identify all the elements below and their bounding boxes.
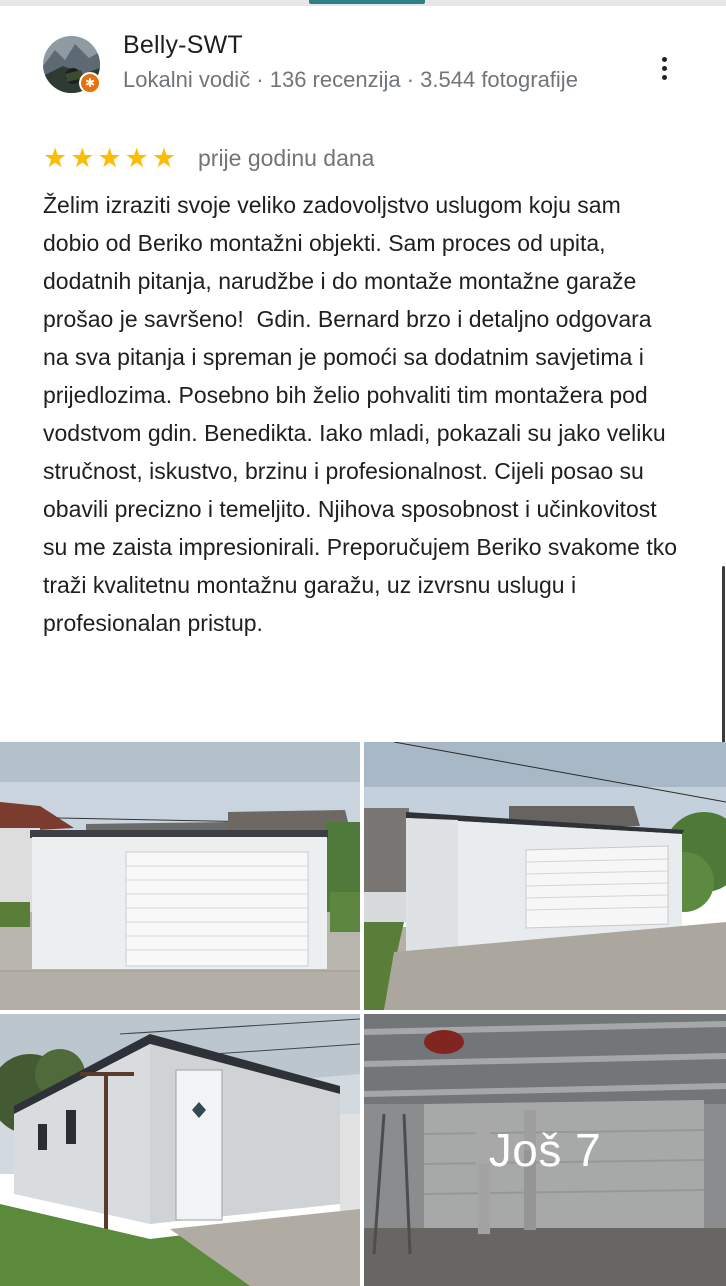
rating-stars: ★ ★ ★ ★ ★ — [43, 145, 176, 172]
local-guide-badge-icon: ✱ — [79, 72, 101, 94]
review-text: Želim izraziti svoje veliko zadovoljstvo… — [43, 192, 684, 636]
more-options-icon — [661, 56, 667, 62]
star-icon: ★ — [70, 143, 95, 173]
star-icon: ★ — [124, 143, 149, 173]
tab-indicator — [309, 0, 425, 4]
more-photos-label: Još 7 — [364, 1014, 726, 1286]
author-meta: Lokalni vodič · 136 recenzija · 3.544 fo… — [123, 67, 578, 92]
author-name[interactable]: Belly-SWT — [123, 31, 243, 60]
review-date: prije godinu dana — [198, 145, 375, 171]
review-photo-4-more[interactable]: Još 7 — [364, 1014, 726, 1286]
review-photo-1[interactable] — [0, 742, 360, 1010]
star-icon: ★ — [97, 143, 122, 173]
review-photo-3[interactable] — [0, 1014, 360, 1286]
avatar[interactable]: ✱ — [43, 36, 101, 94]
star-icon: ★ — [151, 143, 177, 173]
scrollbar-thumb[interactable] — [722, 566, 725, 762]
review-photo-2[interactable] — [364, 742, 726, 1010]
more-options-button[interactable] — [646, 50, 682, 86]
star-icon: ★ — [43, 143, 68, 173]
